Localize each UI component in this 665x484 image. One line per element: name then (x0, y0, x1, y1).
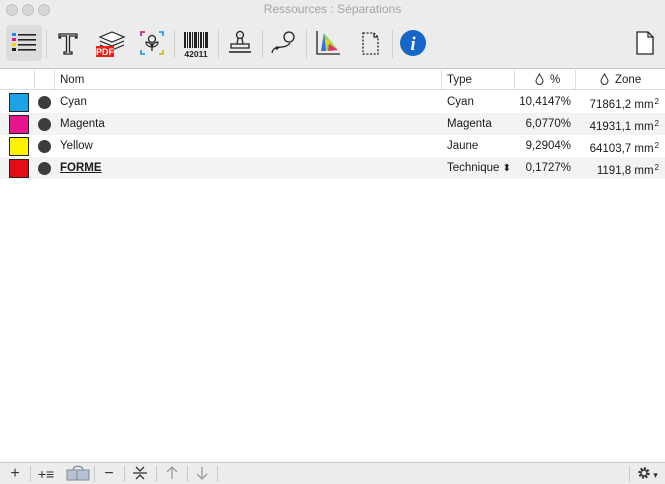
table-row[interactable]: Cyan Cyan 10,4147% 71861,2 mm2 (0, 91, 665, 113)
pdf-layers-button[interactable]: PDF (92, 25, 128, 61)
info-icon: i (400, 30, 426, 56)
color-swatch[interactable] (9, 137, 29, 156)
add-button[interactable]: + (4, 463, 26, 484)
separation-type: Cyan (447, 96, 474, 108)
separation-name: Cyan (60, 96, 87, 108)
table-header: Nom Type % Zone (0, 70, 665, 90)
separation-state-dot[interactable] (38, 118, 51, 131)
minimize-window-button[interactable] (22, 4, 34, 16)
ink-drop-icon (535, 72, 544, 85)
path-curve-icon (271, 31, 295, 54)
crop-page-button[interactable] (352, 25, 388, 61)
table-row[interactable]: Yellow Jaune 9,2904% 64103,7 mm2 (0, 135, 665, 157)
separation-percent: 0,1727% (525, 162, 571, 174)
arrow-up-icon (166, 466, 178, 479)
bottom-separator (629, 466, 630, 482)
color-swatch[interactable] (9, 115, 29, 134)
separation-percent: 9,2904% (525, 140, 571, 152)
list-view-button[interactable] (6, 25, 42, 61)
column-header-state[interactable] (35, 70, 55, 90)
move-down-button[interactable] (190, 463, 214, 484)
settings-menu-button[interactable]: ▾ (632, 463, 662, 484)
barcode-icon: 42011 (184, 32, 208, 59)
toolbar-separator (46, 30, 47, 58)
column-header-type[interactable]: Type (442, 70, 515, 90)
separation-name: FORME (60, 162, 102, 174)
bottom-separator (94, 466, 95, 482)
document-button[interactable] (626, 25, 662, 61)
separation-state-dot[interactable] (38, 96, 51, 109)
separation-zone: 1191,8 mm2 (596, 163, 659, 177)
column-header-name[interactable]: Nom (55, 70, 442, 90)
toolbar-separator (174, 30, 175, 58)
separation-zone: 64103,7 mm2 (589, 141, 659, 155)
toolbar-separator (392, 30, 393, 58)
image-button[interactable] (134, 25, 170, 61)
path-button[interactable] (266, 25, 302, 61)
pdf-badge: PDF (96, 47, 115, 57)
crop-page-icon (362, 32, 379, 55)
ink-drop-icon (600, 72, 609, 85)
document-icon (636, 31, 654, 55)
remove-button[interactable]: − (98, 463, 120, 484)
bottom-separator (187, 466, 188, 482)
barcode-button[interactable]: 42011 (178, 25, 214, 61)
collapse-icon (133, 466, 147, 480)
color-swatch[interactable] (9, 159, 29, 178)
table-row[interactable]: Magenta Magenta 6,0770% 41931,1 mm2 (0, 113, 665, 135)
separation-percent: 10,4147% (519, 96, 571, 108)
separation-type: Magenta (447, 118, 492, 130)
barcode-caption: 42011 (184, 49, 207, 59)
separation-type-select[interactable]: Technique ⬍ (447, 157, 511, 179)
duplicate-icon (66, 465, 90, 481)
stepper-arrows-icon: ⬍ (502, 163, 512, 174)
chevron-down-icon: ▾ (653, 470, 658, 480)
gear-icon (638, 467, 650, 479)
toolbar-separator (262, 30, 263, 58)
table-row[interactable]: FORME Technique ⬍ 0,1727% 1191,8 mm2 (0, 157, 665, 179)
stamp-icon (229, 30, 251, 53)
bottom-separator (217, 466, 218, 482)
separation-zone: 41931,1 mm2 (589, 119, 659, 133)
bottom-separator (124, 466, 125, 482)
bottom-separator (30, 466, 31, 482)
toolbar-separator (218, 30, 219, 58)
collapse-button[interactable] (128, 463, 152, 484)
separation-name: Magenta (60, 118, 105, 130)
color-gamut-icon (316, 31, 340, 55)
separation-state-dot[interactable] (38, 162, 51, 175)
list-icon (12, 33, 36, 51)
move-up-button[interactable] (160, 463, 184, 484)
duplicate-button[interactable] (64, 463, 92, 484)
column-header-percent[interactable]: % (515, 70, 576, 90)
bottom-separator (156, 466, 157, 482)
column-header-zone[interactable]: Zone (576, 70, 665, 90)
separation-type: Jaune (447, 140, 479, 152)
color-swatch[interactable] (9, 93, 29, 112)
separation-name: Yellow (60, 140, 93, 152)
toolbar-separator (306, 30, 307, 58)
text-icon (58, 33, 78, 55)
add-list-button[interactable]: +≡ (32, 463, 60, 484)
image-flower-icon (140, 31, 164, 55)
svg-text:i: i (410, 34, 416, 55)
separation-percent: 6,0770% (525, 118, 571, 130)
separation-zone: 71861,2 mm2 (589, 97, 659, 111)
pdf-layers-icon: PDF (96, 31, 126, 57)
bottom-bar: + +≡ − ▾ (0, 462, 665, 484)
text-button[interactable] (50, 25, 86, 61)
window-title: Ressources : Séparations (263, 2, 402, 16)
color-gamut-button[interactable] (310, 25, 346, 61)
close-window-button[interactable] (6, 4, 18, 16)
title-bar: Ressources : Séparations (0, 0, 665, 20)
zoom-window-button[interactable] (38, 4, 50, 16)
info-button[interactable]: i (395, 25, 431, 61)
stamp-button[interactable] (222, 25, 258, 61)
arrow-down-icon (196, 467, 208, 480)
column-header-color[interactable] (0, 70, 35, 90)
toolbar: PDF 42011 i (0, 20, 665, 69)
separation-state-dot[interactable] (38, 140, 51, 153)
separations-table: Nom Type % Zone Cyan Cyan 10,4147% 71861… (0, 70, 665, 462)
